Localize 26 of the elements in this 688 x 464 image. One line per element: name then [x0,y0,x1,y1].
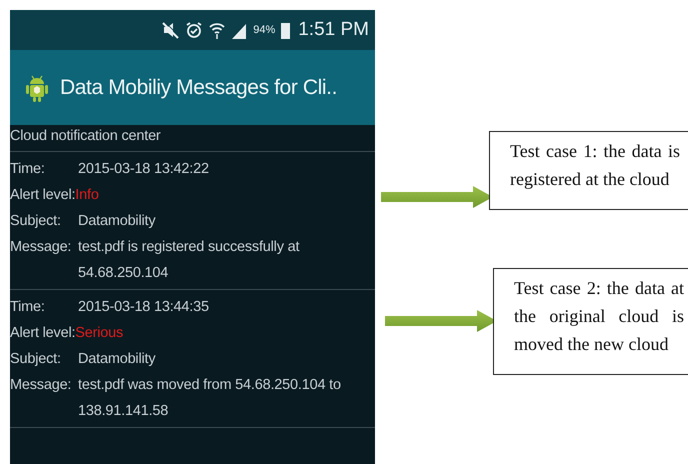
battery-icon [281,21,290,39]
field-label: Alert level: [10,324,76,343]
callout-box: Test case 2: the data at the original cloud is moved the new cloud [493,268,688,375]
app-title: Data Mobiliy Messages for Cli.. [60,76,338,100]
field-label: Time: [10,298,46,317]
alert-level: Serious [75,324,124,343]
field-label: Subject: [10,350,62,369]
field-value: 2015-03-18 13:44:35 [78,298,210,317]
alarm-icon [185,21,204,39]
field-value: Datamobility [78,350,156,369]
clock: 1:51 PM [298,19,369,41]
alert-level: Info [75,186,100,205]
field-label: Time: [10,160,46,179]
field-value: test.pdf was moved from 54.68.250.104 to 138.91.141.58 [78,376,342,421]
callout-box: Test case 1: the data is registered at the cloud [489,131,688,210]
field-label: Message: [10,238,72,257]
wifi-icon [209,21,226,39]
field-value: 2015-03-18 13:42:22 [78,160,210,179]
field-value: Datamobility [78,212,156,231]
mute-icon [161,21,180,39]
battery-percent: 94% [253,24,276,36]
field-label: Subject: [10,212,62,231]
field-value: test.pdf is registered successfully at 54.68.250.104 [78,238,300,283]
section-title: Cloud notification center [10,125,375,152]
field-label: Alert level: [10,186,76,205]
field-label: Message: [10,376,72,395]
